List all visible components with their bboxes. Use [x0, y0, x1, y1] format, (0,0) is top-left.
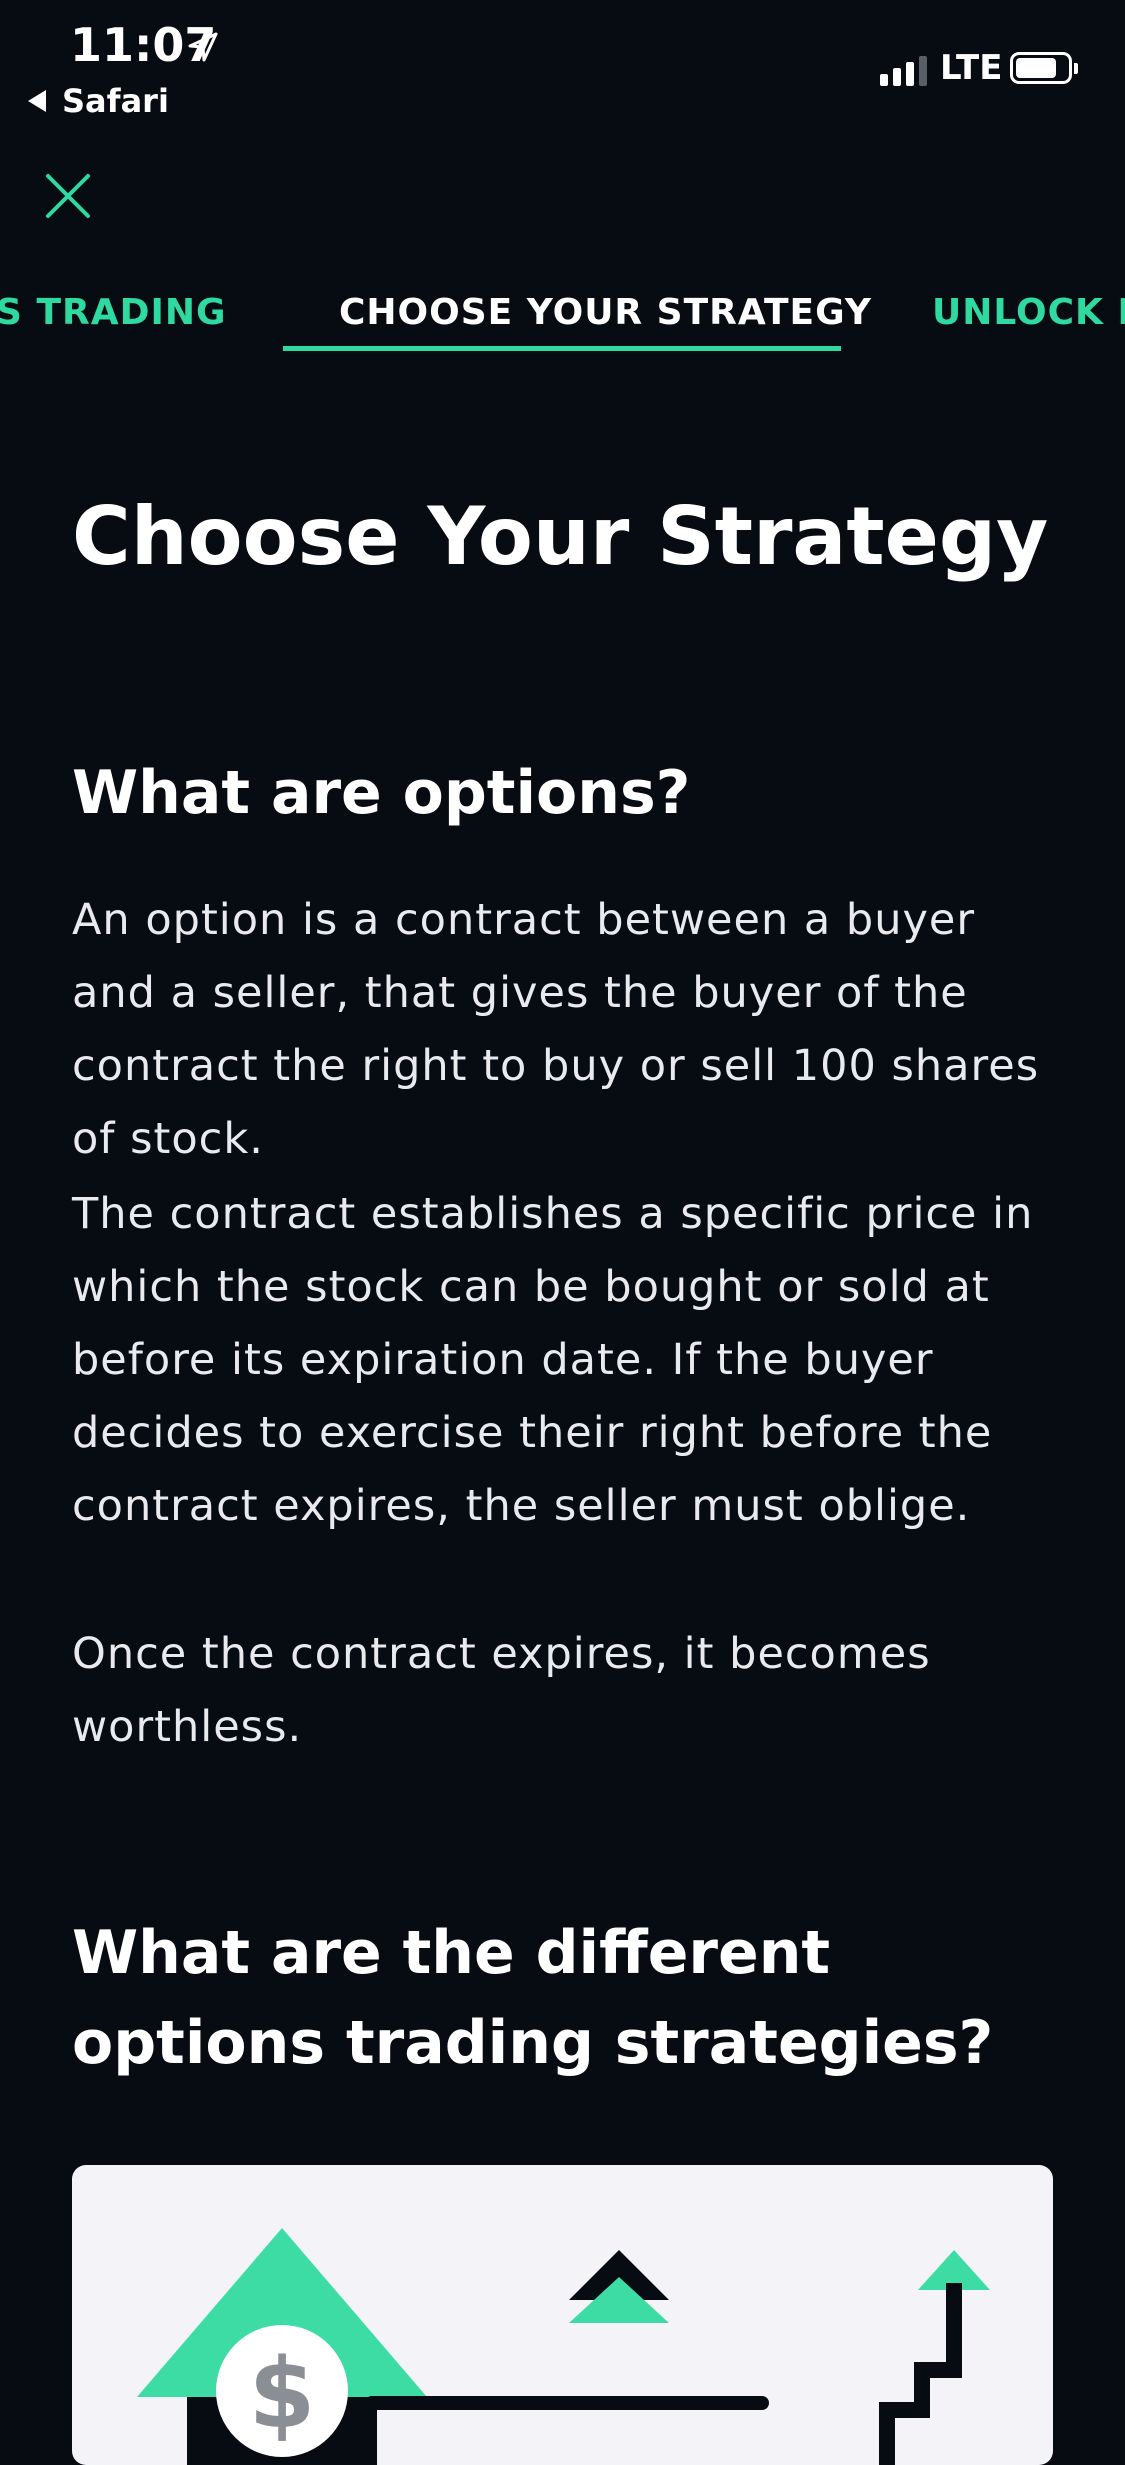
- tab-options-trading[interactable]: S TRADING: [0, 292, 227, 333]
- dollar-symbol: $: [249, 2338, 316, 2450]
- battery-icon: [1010, 52, 1078, 84]
- staircase-arrow-icon: [879, 2250, 990, 2465]
- back-to-safari[interactable]: Safari: [28, 82, 169, 120]
- tab-choose-your-strategy[interactable]: CHOOSE YOUR STRATEGY: [339, 292, 872, 333]
- paragraph-expiration: Once the contract expires, it becomes wo…: [72, 1629, 931, 1752]
- section-heading-strategies: What are the different options trading s…: [72, 1918, 994, 2078]
- network-type: LTE: [940, 48, 1003, 88]
- signal-icon: [880, 54, 927, 86]
- section-heading-what-are-options: What are options?: [72, 758, 691, 828]
- tab-bar: S TRADING CHOOSE YOUR STRATEGY UNLOCK M: [0, 270, 1125, 360]
- strategies-illustration-graphic: $: [137, 2228, 990, 2465]
- back-label: Safari: [62, 82, 169, 120]
- tab-unlock[interactable]: UNLOCK M: [932, 292, 1125, 333]
- paragraph-contract-price: The contract establishes a specific pric…: [72, 1189, 1034, 1531]
- paragraph-option-definition: An option is a contract between a buyer …: [72, 895, 1040, 1164]
- close-icon[interactable]: [40, 168, 96, 224]
- active-tab-indicator: [283, 346, 841, 351]
- back-triangle-icon: [28, 90, 46, 112]
- location-arrow-icon: [188, 32, 218, 62]
- status-bar: 11:07 Safari LTE: [0, 0, 1125, 130]
- page-title: Choose Your Strategy: [72, 490, 1049, 583]
- strategies-illustration: $: [72, 2165, 1053, 2465]
- neutral-arrows-icon: [365, 2250, 769, 2410]
